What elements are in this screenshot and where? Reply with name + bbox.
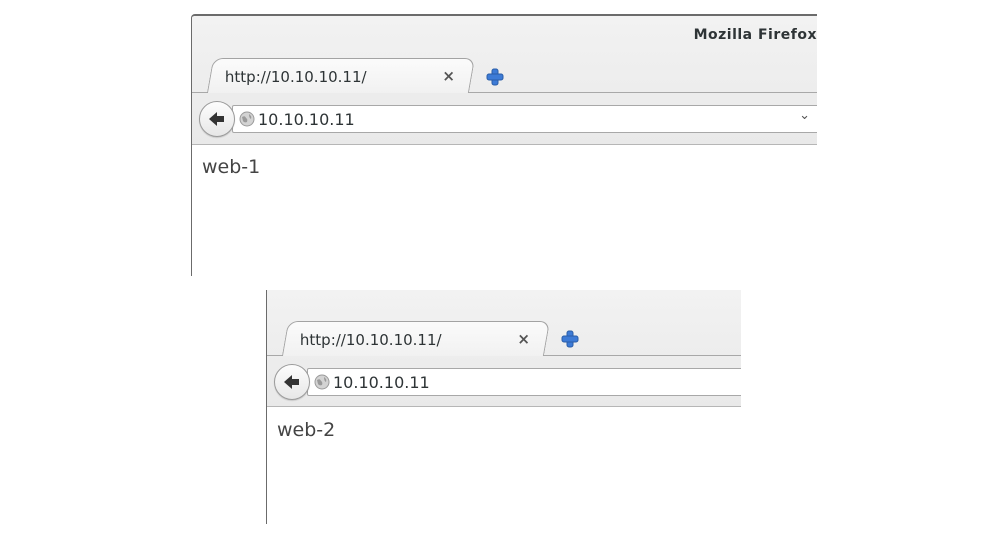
close-tab-icon[interactable]: × <box>442 67 455 85</box>
url-bar[interactable]: 10.10.10.11 <box>307 368 741 396</box>
chevron-down-icon[interactable]: ⌄ <box>799 108 810 123</box>
new-tab-plus-icon[interactable] <box>486 68 504 86</box>
browser-chrome: Mozilla Firefox http://10.10.10.11/ × 10… <box>192 16 817 145</box>
browser-window-2: http://10.10.10.11/ × 10.10.10.11 web-2 <box>266 290 741 524</box>
new-tab-plus-icon[interactable] <box>561 330 579 348</box>
back-button[interactable] <box>199 101 235 137</box>
page-content: web-1 <box>202 156 261 178</box>
url-text: 10.10.10.11 <box>258 110 355 129</box>
close-tab-icon[interactable]: × <box>517 330 530 348</box>
window-title: Mozilla Firefox <box>693 27 817 43</box>
back-button[interactable] <box>274 364 310 400</box>
back-arrow-icon <box>209 112 224 126</box>
tab-label: http://10.10.10.11/ <box>299 331 442 349</box>
back-arrow-icon <box>284 375 299 389</box>
tab-active[interactable]: http://10.10.10.11/ × <box>281 321 551 356</box>
globe-icon <box>239 111 255 127</box>
url-bar[interactable]: 10.10.10.11 ⌄ <box>232 105 817 133</box>
tab-label: http://10.10.10.11/ <box>224 68 367 86</box>
url-text: 10.10.10.11 <box>333 373 430 392</box>
page-content: web-2 <box>277 419 336 441</box>
globe-icon <box>314 374 330 390</box>
browser-window-1: Mozilla Firefox http://10.10.10.11/ × 10… <box>191 14 817 276</box>
tab-active[interactable]: http://10.10.10.11/ × <box>206 58 476 93</box>
browser-chrome: http://10.10.10.11/ × 10.10.10.11 <box>267 290 741 407</box>
